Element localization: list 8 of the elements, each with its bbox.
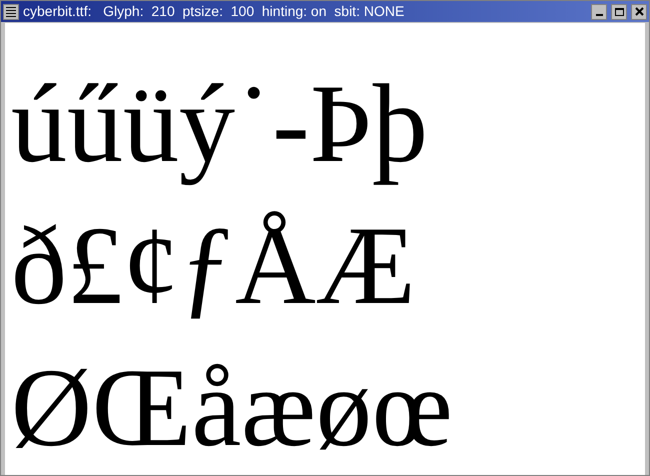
glyph-row-text: ð£¢ƒÅÆ — [11, 203, 416, 330]
glyph-row-text: úűüý˙-Þþ — [11, 61, 429, 188]
close-icon[interactable] — [631, 4, 647, 20]
window-title: cyberbit.ttf: Glyph: 210 ptsize: 100 hinting: on sbit: NONE — [23, 2, 406, 21]
minimize-icon[interactable] — [591, 4, 607, 20]
window-menu-icon[interactable] — [3, 4, 19, 20]
maximize-icon[interactable] — [611, 4, 627, 20]
glyph-row-text: ØŒåæøœ — [11, 345, 454, 472]
